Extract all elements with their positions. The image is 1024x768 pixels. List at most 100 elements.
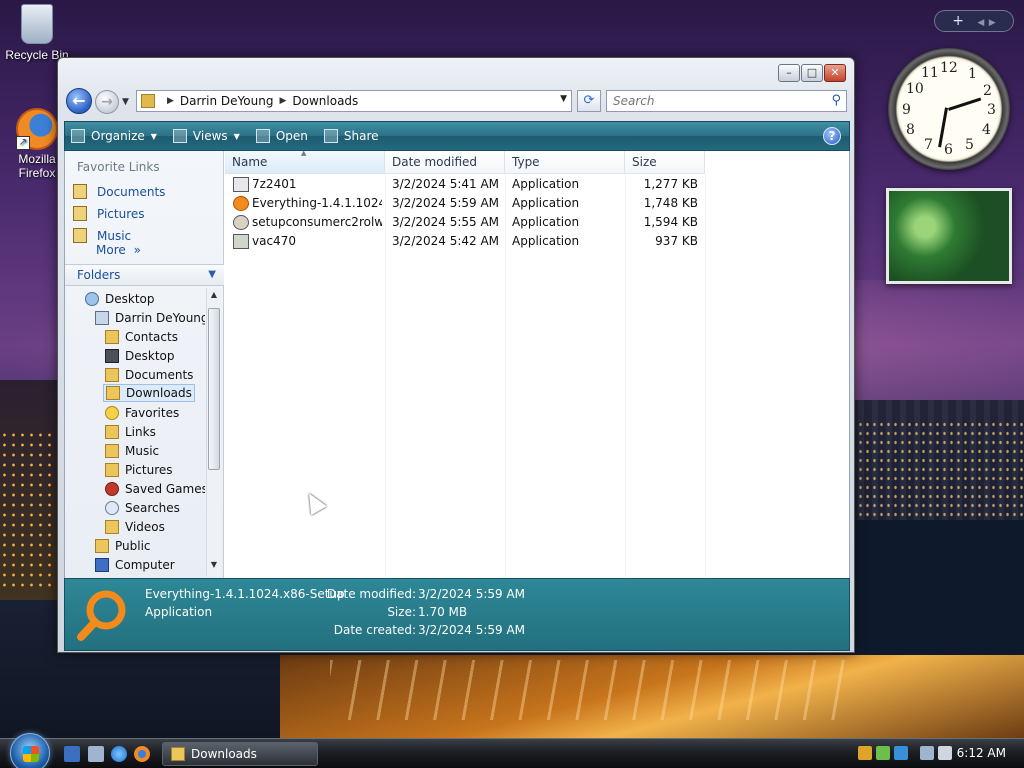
file-row[interactable]: setupconsumerc2rolw 3/2/2024 5:55 AM App… [225,213,705,232]
tree-item-contacts[interactable]: Contacts [105,328,178,346]
search-box[interactable]: ⚲ [606,90,847,112]
tree-item-desktop-folder[interactable]: Desktop [105,347,175,365]
scroll-thumb[interactable] [208,308,220,470]
breadcrumb-segment[interactable]: Darrin DeYoung [180,94,274,108]
search-input[interactable] [607,91,807,111]
tree-item-searches[interactable]: Searches [105,499,180,517]
refresh-button[interactable]: ⟳ [577,90,601,112]
internet-explorer-icon[interactable] [111,746,127,762]
address-bar[interactable]: ▶ Darrin DeYoung ▶ Downloads ▼ [136,90,572,112]
column-header-date[interactable]: Date modified [385,151,505,174]
tree-item-links[interactable]: Links [105,423,156,441]
tree-item-saved-games[interactable]: Saved Games [105,480,205,498]
favorite-link-documents[interactable]: Documents [73,184,165,199]
sidebar-controls[interactable]: + ◀ ▶ [934,10,1014,32]
file-type: Application [512,196,580,210]
add-gadget-icon[interactable]: + [952,13,964,29]
tree-item-label: Computer [115,558,175,572]
security-shield-icon[interactable] [858,746,872,760]
firefox-icon[interactable] [134,746,150,762]
tree-item-downloads[interactable]: Downloads [103,384,195,402]
details-file-name: Everything-1.4.1.1024.x86-Setup [145,587,345,601]
taskbar-button-label: Downloads [191,747,257,761]
desktop-icon-recycle-bin[interactable]: Recycle Bin [2,4,72,62]
switch-windows-icon[interactable] [88,746,104,762]
update-icon[interactable] [876,746,890,760]
music-folder-icon [105,444,119,458]
file-row[interactable]: vac470 3/2/2024 5:42 AM Application 937 … [225,232,705,251]
file-size: 1,277 KB [643,177,698,191]
chevron-right-icon[interactable]: ▶ [279,96,286,106]
tree-item-public[interactable]: Public [95,537,151,555]
windows-flag-icon[interactable] [894,746,908,760]
more-links[interactable]: More » [96,243,141,257]
clock-number: 6 [944,142,953,158]
downloads-folder-icon [106,386,120,400]
recent-pages-button[interactable]: ▼ [122,97,129,107]
tree-item-favorites[interactable]: Favorites [105,404,179,422]
tree-item-pictures[interactable]: Pictures [105,461,173,479]
tree-item-computer[interactable]: Computer [95,556,175,574]
next-gadget-icon[interactable]: ▶ [989,18,996,28]
share-button[interactable]: Share [318,122,389,150]
volume-icon[interactable] [938,746,952,760]
tree-item-videos[interactable]: Videos [105,518,165,536]
taskbar-button-downloads[interactable]: Downloads [162,742,318,766]
back-button[interactable]: ← [66,88,92,114]
minimize-button[interactable]: – [778,64,800,82]
clock-gadget[interactable]: 12 1 2 3 4 5 6 7 8 9 10 11 [888,48,1010,170]
network-icon[interactable] [920,746,934,760]
breadcrumb-segment[interactable]: Downloads [292,94,358,108]
7zip-app-icon [233,177,249,192]
file-row[interactable]: 7z2401 3/2/2024 5:41 AM Application 1,27… [225,175,705,194]
favorite-link-music[interactable]: Music [73,228,131,243]
recycle-bin-icon [21,4,53,44]
maximize-button[interactable]: □ [801,64,823,82]
file-row[interactable]: Everything-1.4.1.1024.x... 3/2/2024 5:59… [225,194,705,213]
scroll-down-icon[interactable]: ▼ [207,560,221,574]
prev-gadget-icon[interactable]: ◀ [977,18,984,28]
open-button[interactable]: Open [250,122,318,150]
file-type: Application [512,234,580,248]
open-label: Open [275,129,308,143]
file-date: 3/2/2024 5:42 AM [392,234,500,248]
forward-button[interactable]: → [95,90,119,114]
clock-number: 11 [921,65,939,81]
file-size: 1,748 KB [643,196,698,210]
column-header-type[interactable]: Type [505,151,625,174]
chevron-right-icon[interactable]: ▶ [167,96,174,106]
tree-item-music[interactable]: Music [105,442,159,460]
details-size: 1.70 MB [418,605,468,619]
organize-button[interactable]: Organize ▼ [65,122,167,150]
music-folder-icon [73,228,87,243]
navigation-pane: Favorite Links Documents Pictures Music … [65,151,224,578]
clock-number: 9 [902,102,911,118]
scroll-up-icon[interactable]: ▲ [207,290,221,304]
close-button[interactable]: ✕ [824,64,846,82]
show-desktop-icon[interactable] [64,746,80,762]
tree-item-desktop[interactable]: Desktop [85,290,155,308]
videos-folder-icon [105,520,119,534]
clock-number: 10 [906,81,924,97]
taskbar-clock[interactable]: 6:12 AM [957,746,1006,760]
tree-item-user[interactable]: Darrin DeYoung [95,309,205,327]
explorer-window[interactable]: – □ ✕ ← → ▼ ▶ Darrin DeYoung ▶ Downloads… [57,57,855,653]
column-header-size[interactable]: Size [625,151,705,174]
explorer-content: Favorite Links Documents Pictures Music … [64,149,850,578]
favorite-link-pictures[interactable]: Pictures [73,206,145,221]
folders-heading[interactable]: Folders ▼ [65,264,224,286]
tree-item-documents[interactable]: Documents [105,366,193,384]
views-button[interactable]: Views ▼ [167,122,250,150]
search-icon[interactable]: ⚲ [831,93,841,108]
folder-tree-scrollbar[interactable]: ▲ ▼ [206,288,221,576]
help-button[interactable]: ? [823,127,841,145]
slideshow-gadget[interactable] [886,188,1012,284]
column-divider [705,174,706,578]
computer-icon [95,558,109,572]
contacts-folder-icon [105,330,119,344]
system-tray: 6:12 AM [854,742,1020,766]
clock-number: 12 [940,60,958,76]
address-dropdown-icon[interactable]: ▼ [560,94,567,104]
start-button[interactable] [10,733,50,768]
tree-item-label: Downloads [126,386,192,400]
